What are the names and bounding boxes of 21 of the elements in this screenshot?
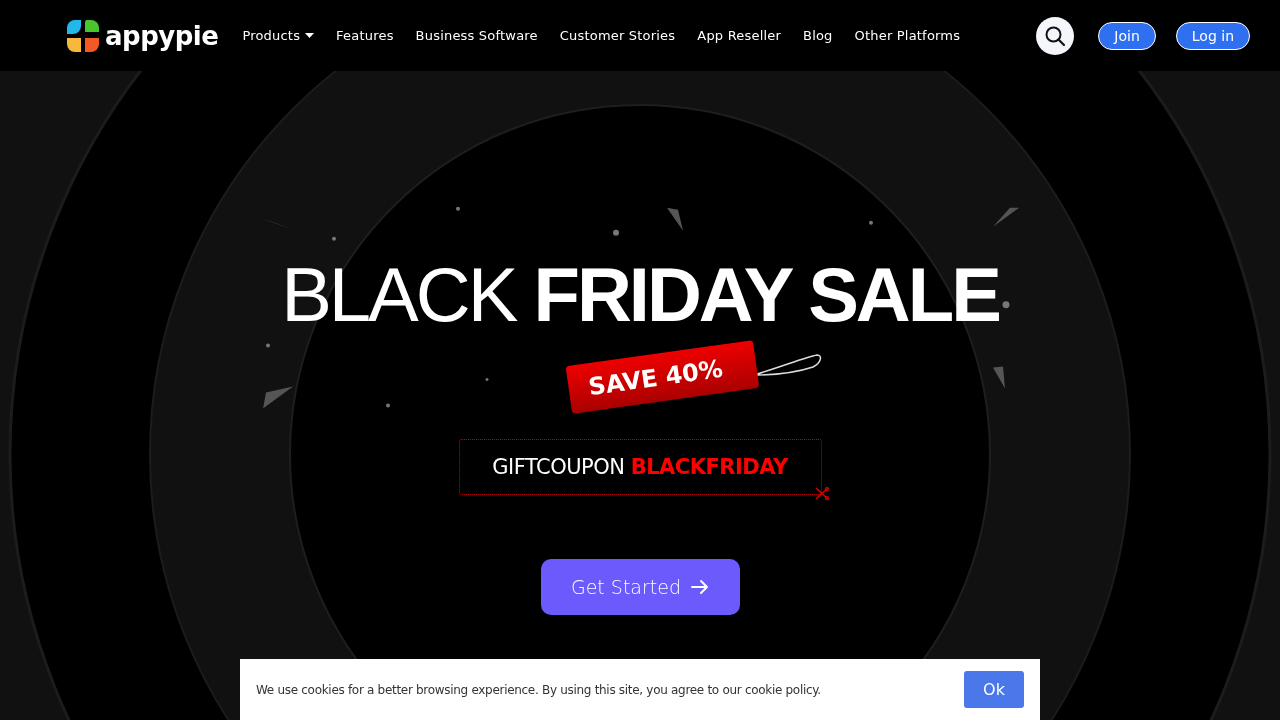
nav-link[interactable]: Features xyxy=(336,28,394,43)
nav-link[interactable]: Products xyxy=(242,28,301,43)
ok-button[interactable]: Ok xyxy=(964,671,1024,708)
search-icon[interactable] xyxy=(1044,24,1067,47)
sale-headline: BLACK FRIDAY SALE xyxy=(281,251,999,339)
nav-link[interactable]: Other Platforms xyxy=(854,28,961,43)
nav-link[interactable]: App Reseller xyxy=(697,28,781,43)
get-started-button[interactable]: Get Started xyxy=(540,559,740,615)
search-button[interactable] xyxy=(1036,16,1075,55)
scissors-icon xyxy=(814,487,829,501)
caret-icon[interactable] xyxy=(305,33,315,38)
join-button[interactable]: Join xyxy=(1098,21,1156,50)
coupon-code: GIFTCOUPON BLACKFRIDAY xyxy=(492,455,788,479)
logo-wordmark[interactable]: appypie xyxy=(105,20,219,51)
cookie-notice-text: We use cookies for a better browsing experience. By using this site, you agree to our cookie policy. xyxy=(256,682,821,697)
logo-icon xyxy=(65,17,101,54)
login-button[interactable]: Log in xyxy=(1175,21,1250,50)
arrow-right-icon xyxy=(691,579,710,595)
nav-link[interactable]: Business Software xyxy=(415,28,538,43)
nav-link[interactable]: Blog xyxy=(803,28,833,43)
nav-link[interactable]: Customer Stories xyxy=(559,28,676,43)
